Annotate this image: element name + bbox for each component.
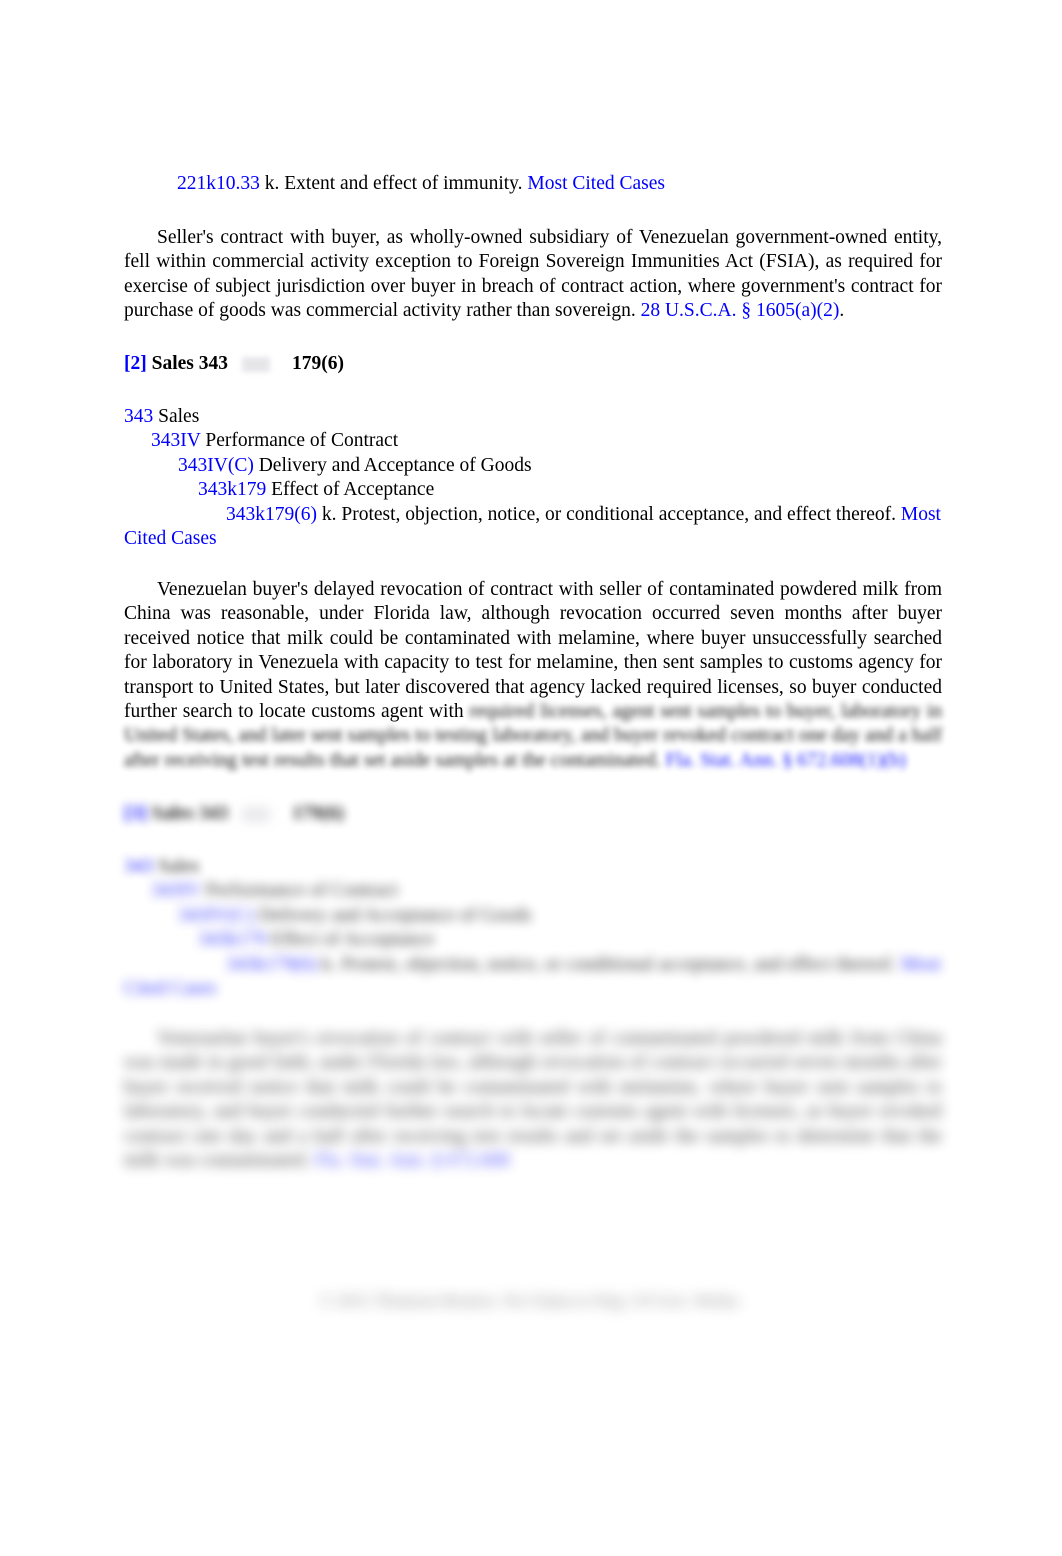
headnote-3-body: Venezuelan buyer's revocation of contrac… bbox=[124, 1028, 942, 1172]
key-number-line: 221k10.33 k. Extent and effect of immuni… bbox=[177, 172, 942, 196]
headnote-3-topic: Sales 343 bbox=[146, 803, 229, 824]
headnote-1-text: Seller's contract with buyer, as wholly-… bbox=[124, 226, 942, 324]
classification-level-1: 343IV Performance of Contract bbox=[124, 879, 942, 903]
classification-number-link[interactable]: 343k179(6) bbox=[226, 504, 317, 525]
headnote-3-subsection: 179(6) bbox=[292, 803, 345, 824]
headnote-3-title: [3] Sales 343 179(6) bbox=[124, 802, 942, 826]
headnote-2-title: [2] Sales 343 179(6) bbox=[124, 352, 942, 376]
classification-label: Performance of Contract bbox=[200, 430, 399, 452]
headnote-3-bracket-link[interactable]: [3] bbox=[124, 803, 147, 824]
classification-number-link[interactable]: 343k179 bbox=[198, 929, 266, 950]
classification-level-4: 343k179(6) k. Protest, objection, notice… bbox=[124, 953, 942, 1002]
headnote-2-bracket-link[interactable]: [2] bbox=[124, 353, 147, 374]
classification-number-link[interactable]: 343k179 bbox=[198, 479, 266, 500]
classification-label: Effect of Acceptance bbox=[266, 479, 435, 501]
citation-period: . bbox=[839, 300, 845, 322]
classification-label: Sales bbox=[153, 406, 200, 427]
classification-label: k. Protest, objection, notice, or condit… bbox=[317, 953, 901, 975]
document-page: 221k10.33 k. Extent and effect of immuni… bbox=[0, 0, 1062, 1556]
classification-level-0: 343 Sales bbox=[124, 405, 942, 429]
headnote-3-heading: [3] Sales 343 179(6) bbox=[124, 802, 942, 826]
classification-number-link[interactable]: 343IV bbox=[151, 880, 200, 901]
blurred-lower-section: [3] Sales 343 179(6) 343 Sales 343IV Perf… bbox=[0, 697, 1062, 1357]
headnote-1-key-line: 221k10.33 k. Extent and effect of immuni… bbox=[177, 172, 942, 196]
classification-label: Sales bbox=[153, 856, 200, 877]
headnote-3-hierarchy: 343 Sales 343IV Performance of Contract … bbox=[124, 855, 942, 1001]
classification-level-0: 343 Sales bbox=[124, 855, 942, 879]
headnote-1-paragraph: Seller's contract with buyer, as wholly-… bbox=[124, 226, 942, 324]
classification-label: Effect of Acceptance bbox=[266, 929, 435, 951]
classification-number-link[interactable]: 343k179(6) bbox=[226, 954, 317, 975]
headnote-3-citation-link[interactable]: Fla. Stat. Ann. § 672.608 bbox=[315, 1150, 510, 1171]
classification-label: k. Protest, objection, notice, or condit… bbox=[317, 503, 901, 525]
classification-number-link[interactable]: 343IV bbox=[151, 430, 200, 451]
headnote-2-topic: Sales 343 bbox=[146, 353, 229, 374]
key-symbol-icon bbox=[242, 807, 271, 823]
classification-level-4: 343k179(6) k. Protest, objection, notice… bbox=[124, 503, 942, 552]
classification-number-link[interactable]: 343IV(C) bbox=[178, 455, 254, 476]
classification-label: Delivery and Acceptance of Goods bbox=[253, 904, 532, 926]
headnote-2-hierarchy: 343 Sales 343IV Performance of Contract … bbox=[124, 405, 942, 551]
headnote-2-subsection: 179(6) bbox=[292, 353, 345, 374]
headnote-3-text: Venezuelan buyer's revocation of contrac… bbox=[124, 1027, 942, 1173]
classification-number-link[interactable]: 343 bbox=[124, 406, 153, 427]
classification-label: Performance of Contract bbox=[200, 880, 399, 902]
classification-number-link[interactable]: 343IV(C) bbox=[178, 905, 254, 926]
key-number-link[interactable]: 221k10.33 bbox=[177, 173, 260, 194]
headnote-3-paragraph: Venezuelan buyer's revocation of contrac… bbox=[124, 1027, 942, 1173]
classification-level-2: 343IV(C) Delivery and Acceptance of Good… bbox=[124, 454, 942, 478]
classification-number-link[interactable]: 343 bbox=[124, 856, 153, 877]
classification-level-1: 343IV Performance of Contract bbox=[124, 429, 942, 453]
key-number-text: k. Extent and effect of immunity. bbox=[259, 173, 528, 194]
classification-label: Delivery and Acceptance of Goods bbox=[253, 454, 532, 476]
most-cited-cases-link[interactable]: Most Cited Cases bbox=[527, 173, 665, 194]
copyright-text: © 2011 Thomson Reuters. No Claim to Orig… bbox=[320, 1291, 742, 1310]
statute-citation-link[interactable]: 28 U.S.C.A. § 1605(a)(2) bbox=[641, 300, 840, 321]
classification-level-2: 343IV(C) Delivery and Acceptance of Good… bbox=[124, 904, 942, 928]
headnote-2-heading: [2] Sales 343 179(6) bbox=[124, 352, 942, 376]
page-footer: © 2011 Thomson Reuters. No Claim to Orig… bbox=[0, 1290, 1062, 1312]
classification-level-3: 343k179 Effect of Acceptance bbox=[124, 928, 942, 952]
key-symbol-icon bbox=[242, 357, 271, 373]
classification-level-3: 343k179 Effect of Acceptance bbox=[124, 478, 942, 502]
